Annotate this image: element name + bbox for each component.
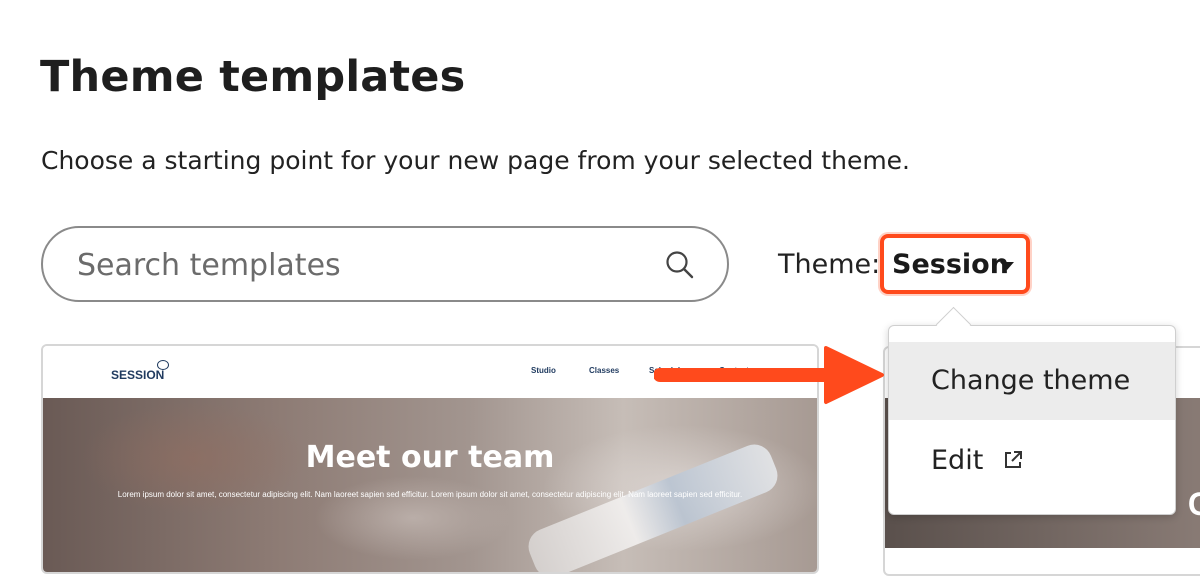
template-nav-link: Studio bbox=[531, 366, 556, 375]
dropdown-pointer bbox=[935, 306, 972, 343]
page-subtitle: Choose a starting point for your new pag… bbox=[41, 146, 911, 175]
template-2-hero-title: C bbox=[1188, 486, 1200, 523]
edit-menu-item[interactable]: Edit bbox=[889, 422, 1175, 500]
search-icon[interactable] bbox=[665, 250, 695, 280]
template-hero-image: Meet our team Lorem ipsum dolor sit amet… bbox=[43, 398, 817, 572]
external-link-icon bbox=[1004, 451, 1022, 468]
page-title: Theme templates bbox=[40, 52, 466, 102]
change-theme-label: Change theme bbox=[931, 365, 1131, 396]
change-theme-menu-item[interactable]: Change theme bbox=[889, 342, 1175, 420]
theme-selector[interactable]: Session bbox=[880, 234, 1030, 294]
theme-dropdown-menu: Change theme Edit bbox=[888, 306, 1176, 515]
theme-value: Session bbox=[892, 249, 1009, 280]
edit-label: Edit bbox=[931, 445, 984, 476]
annotation-arrow bbox=[654, 346, 884, 404]
theme-label: Theme: bbox=[778, 249, 881, 280]
search-box[interactable] bbox=[41, 226, 729, 302]
template-nav-link: Classes bbox=[589, 366, 620, 375]
template-logo: SESSION bbox=[111, 368, 165, 382]
template-hero-text: Lorem ipsum dolor sit amet, consectetur … bbox=[117, 490, 743, 499]
speech-bubble-icon bbox=[157, 360, 169, 370]
caret-down-icon bbox=[1000, 262, 1014, 270]
template-hero-title: Meet our team bbox=[305, 440, 555, 475]
search-input[interactable] bbox=[75, 244, 639, 286]
